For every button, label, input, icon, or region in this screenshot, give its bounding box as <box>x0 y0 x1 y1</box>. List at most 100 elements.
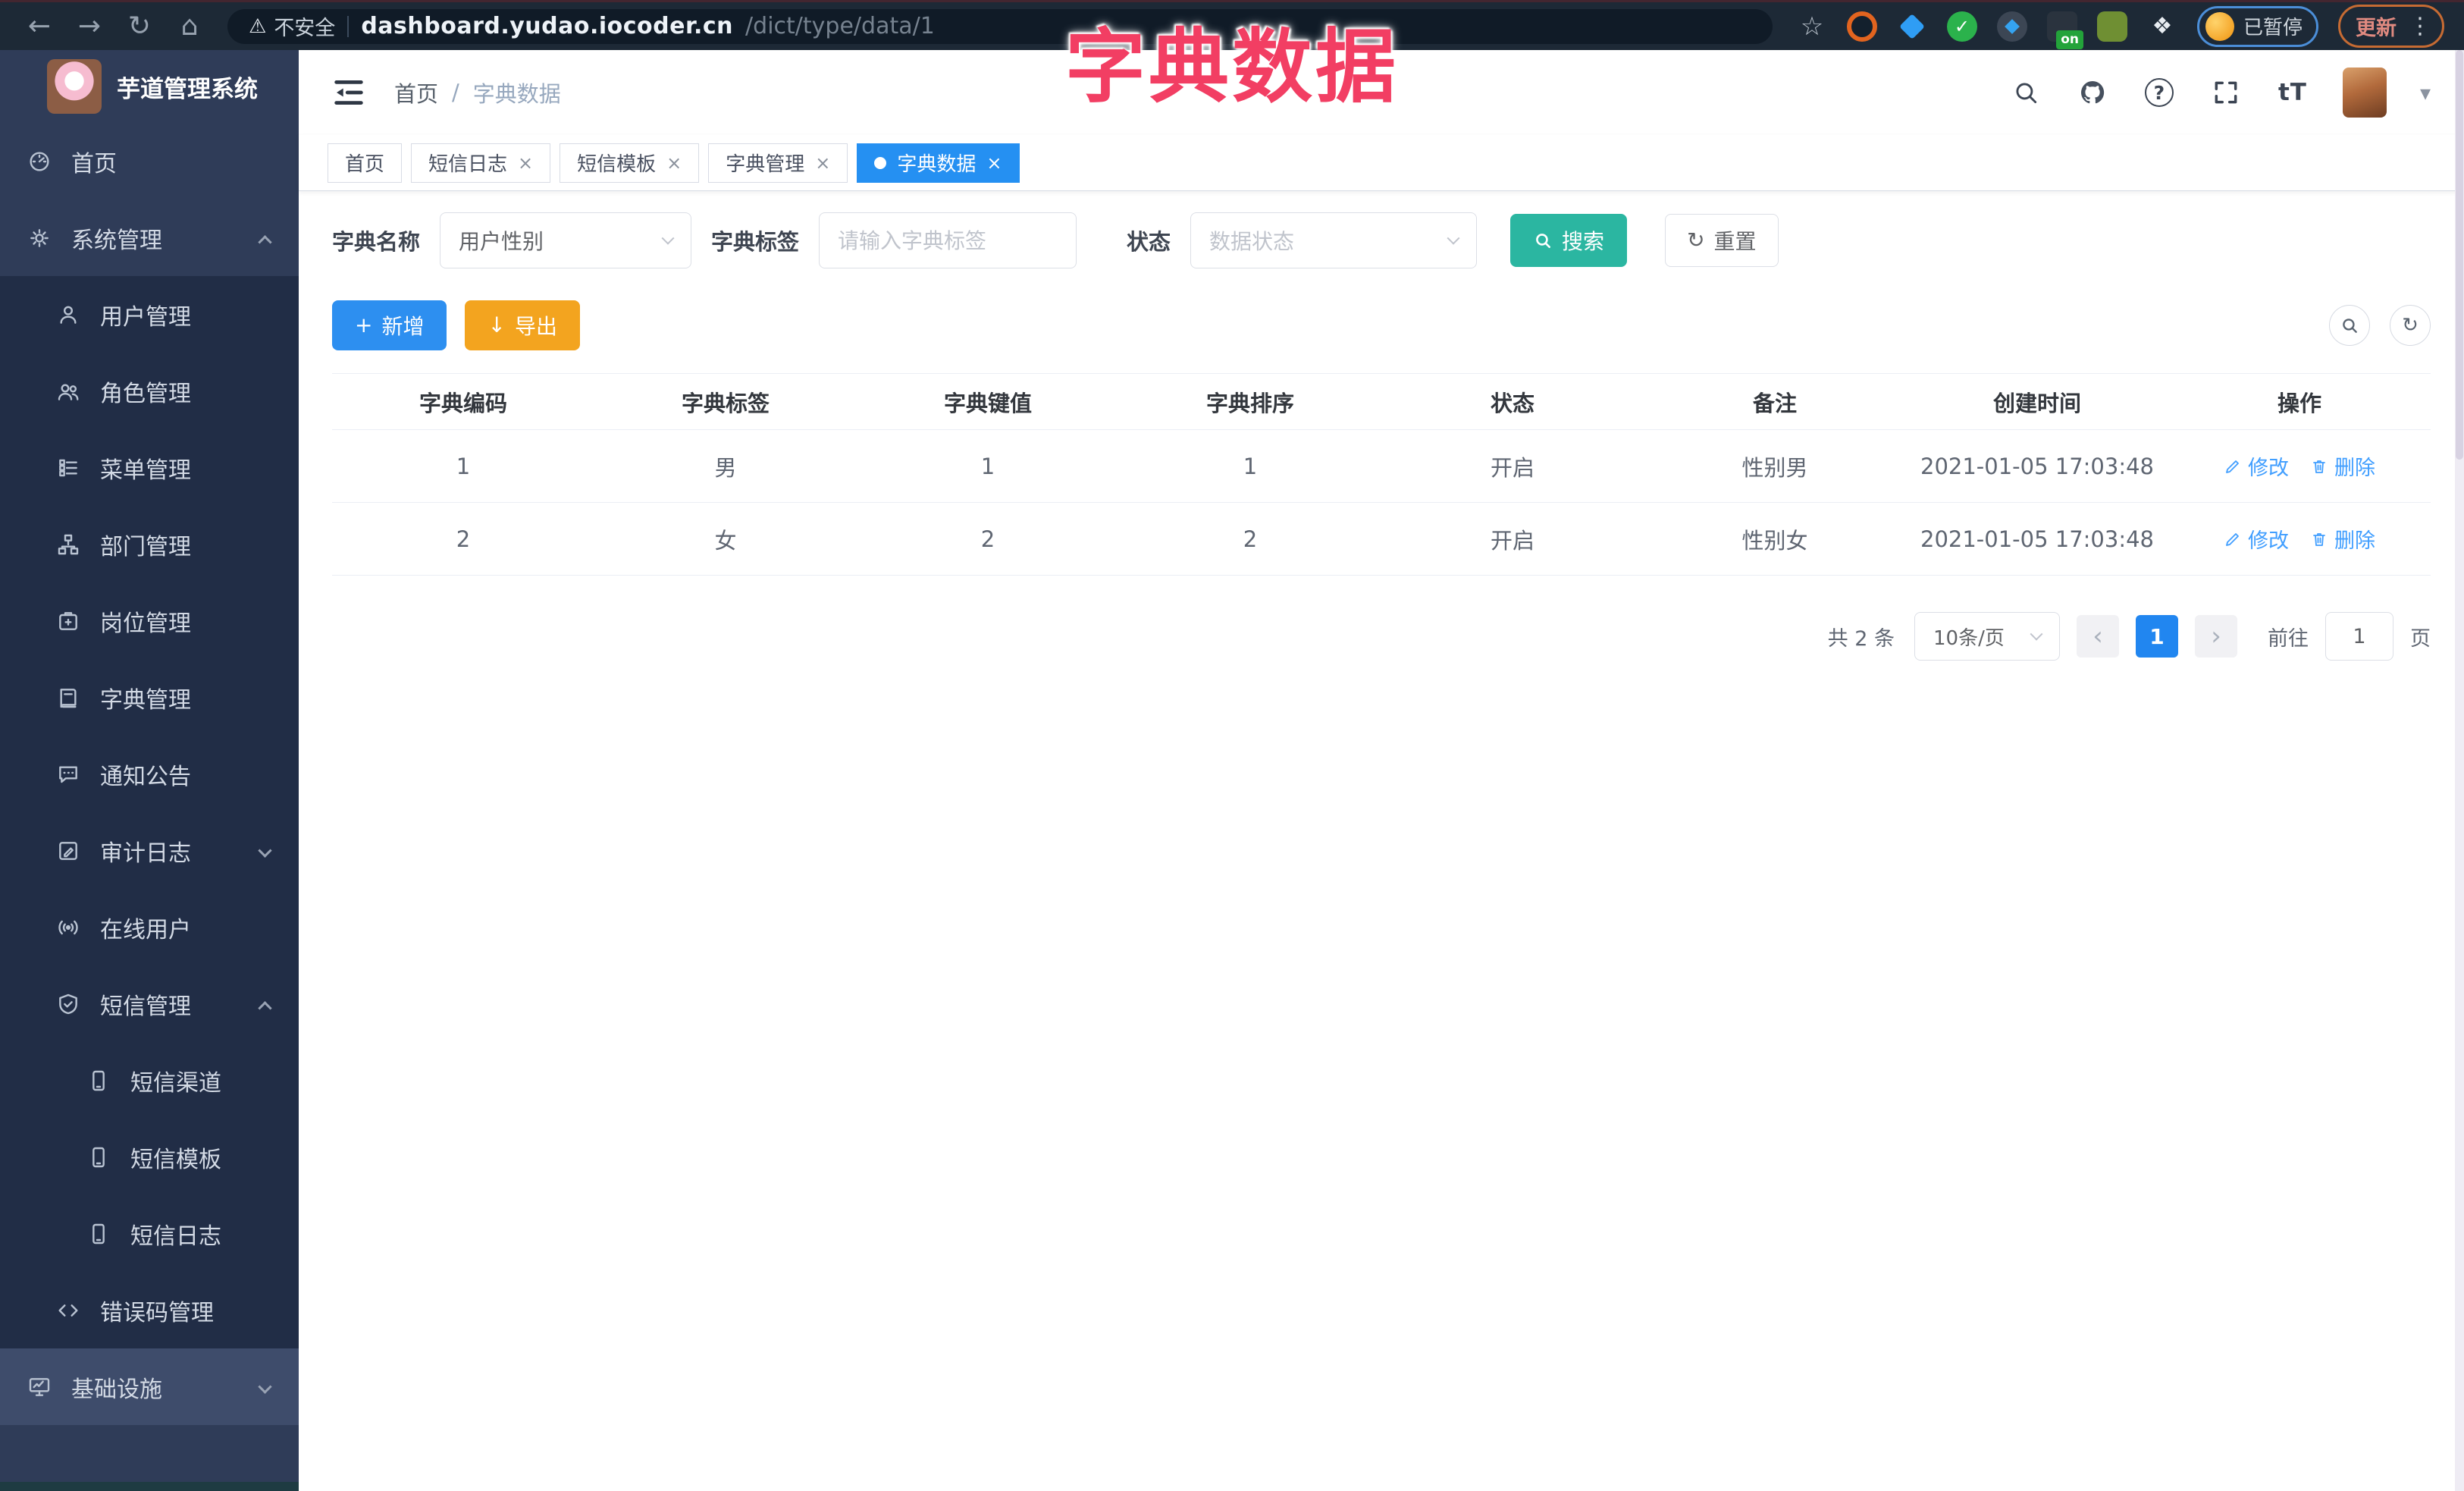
search-button-label: 搜索 <box>1562 229 1605 254</box>
help-icon[interactable]: ? <box>2143 76 2176 109</box>
close-tab-icon[interactable]: × <box>815 154 830 172</box>
sidebar-item-online-users[interactable]: 在线用户 <box>0 889 299 965</box>
export-button[interactable]: ↓ 导出 <box>465 300 580 350</box>
pagination-total: 共 2 条 <box>1827 626 1895 651</box>
dict-tag-input[interactable] <box>838 228 1058 253</box>
notice-chat-icon <box>59 765 77 783</box>
sidebar-item-posts[interactable]: 岗位管理 <box>0 582 299 659</box>
add-button[interactable]: + 新增 <box>332 300 447 350</box>
plus-icon: + <box>355 312 373 337</box>
sidebar-item-notices[interactable]: 通知公告 <box>0 736 299 812</box>
extension-leaf-icon[interactable] <box>2096 11 2127 42</box>
browser-update-button[interactable]: 更新 ⋮ <box>2338 5 2444 48</box>
tab-label: 字典数据 <box>897 153 977 176</box>
select-caret-icon <box>1447 231 1460 245</box>
sidebar-item-sms[interactable]: 短信管理 <box>0 965 299 1042</box>
close-tab-icon[interactable]: × <box>518 154 533 172</box>
tab-sms-template[interactable]: 短信模板 × <box>560 143 700 183</box>
page-size-select[interactable]: 10条/页 <box>1914 612 2060 661</box>
sidebar-item-sms-channel[interactable]: 短信渠道 <box>0 1042 299 1119</box>
dict-tag-field <box>819 212 1077 268</box>
collapse-sidebar-icon[interactable] <box>332 77 365 108</box>
bookmark-star-icon[interactable]: ☆ <box>1797 11 1827 42</box>
sidebar-item-sms-log[interactable]: 短信日志 <box>0 1195 299 1272</box>
reset-button[interactable]: ↻ 重置 <box>1665 214 1779 267</box>
dict-name-value: 用户性别 <box>459 229 544 254</box>
breadcrumb-home[interactable]: 首页 <box>394 77 438 108</box>
sidebar-item-home[interactable]: 首页 <box>0 123 299 199</box>
extension-blue-icon[interactable] <box>1897 11 1927 42</box>
tab-dict-manage[interactable]: 字典管理 × <box>708 143 848 183</box>
browser-home-icon[interactable]: ⌂ <box>170 8 209 45</box>
delete-link[interactable]: 删除 <box>2310 451 2375 481</box>
sidebar-item-audit-log[interactable]: 审计日志 <box>0 812 299 889</box>
status-select[interactable]: 数据状态 <box>1190 212 1478 268</box>
search-icon[interactable] <box>2009 76 2042 109</box>
cell-created: 2021-01-05 17:03:48 <box>1920 526 2154 552</box>
page-scrollbar[interactable] <box>2455 50 2464 1491</box>
next-page-button[interactable]: › <box>2195 615 2237 658</box>
edit-link[interactable]: 修改 <box>2224 524 2289 554</box>
breadcrumb-separator: / <box>452 80 459 105</box>
post-badge-icon <box>59 611 77 630</box>
cell-status: 开启 <box>1490 454 1535 481</box>
close-tab-icon[interactable]: × <box>986 154 1002 172</box>
prev-page-button[interactable]: ‹ <box>2077 615 2119 658</box>
sidebar-logo[interactable]: 芋道管理系统 <box>0 50 299 123</box>
sidebar-item-menus[interactable]: 菜单管理 <box>0 429 299 506</box>
sidebar-item-users[interactable]: 用户管理 <box>0 276 299 353</box>
sidebar-item-sms-template[interactable]: 短信模板 <box>0 1119 299 1195</box>
sidebar-item-infrastructure[interactable]: 基础设施 <box>0 1348 299 1425</box>
extensions-puzzle-icon[interactable]: ❖ <box>2147 11 2177 42</box>
close-tab-icon[interactable]: × <box>666 154 682 172</box>
security-warning[interactable]: ⚠ 不安全 <box>249 11 335 41</box>
extension-switch-icon[interactable]: on <box>2046 11 2083 49</box>
cell-actions: 修改 删除 <box>2168 524 2431 554</box>
cell-dict-code: 2 <box>456 526 471 552</box>
app: 芋道管理系统 首页 系统管理 用户管理 角色管理 菜单管理 部门管理 岗位管理 … <box>0 50 2464 1491</box>
search-button[interactable]: 搜索 <box>1510 214 1628 267</box>
sidebar-item-label: 短信模板 <box>130 1146 221 1173</box>
cell-status: 开启 <box>1490 527 1535 554</box>
cell-actions: 修改 删除 <box>2168 451 2431 481</box>
user-icon <box>60 306 77 324</box>
github-icon[interactable] <box>2076 76 2109 109</box>
address-bar[interactable]: ⚠ 不安全 dashboard.yudao.iocoder.cn /dict/t… <box>227 8 1773 44</box>
browser-forward-icon[interactable]: → <box>70 8 109 45</box>
chevron-down-icon <box>258 1373 272 1400</box>
cell-dict-sort: 1 <box>1243 453 1258 479</box>
sidebar-item-label: 角色管理 <box>100 380 191 407</box>
refresh-table-button[interactable]: ↻ <box>2390 305 2431 346</box>
browser-reload-icon[interactable]: ↻ <box>120 8 159 45</box>
sidebar-item-label: 短信日志 <box>130 1223 221 1250</box>
scrollbar-thumb[interactable] <box>2456 50 2463 460</box>
status-placeholder: 数据状态 <box>1209 229 1295 254</box>
fullscreen-icon[interactable] <box>2209 76 2243 109</box>
sidebar-item-system[interactable]: 系统管理 <box>0 199 299 276</box>
sidebar-item-departments[interactable]: 部门管理 <box>0 506 299 582</box>
browser-menu-icon[interactable]: ⋮ <box>2409 13 2431 39</box>
user-menu-caret-icon[interactable]: ▾ <box>2420 80 2431 105</box>
dict-name-select[interactable]: 用户性别 <box>440 212 692 268</box>
tab-sms-log[interactable]: 短信日志 × <box>411 143 551 183</box>
tab-label: 首页 <box>345 153 385 176</box>
extension-slider-icon[interactable] <box>1996 11 2027 42</box>
sidebar-item-dictionary[interactable]: 字典管理 <box>0 659 299 736</box>
sidebar-item-roles[interactable]: 角色管理 <box>0 353 299 429</box>
delete-link[interactable]: 删除 <box>2310 524 2375 554</box>
goto-page-input[interactable] <box>2325 612 2393 661</box>
font-size-icon[interactable]: tT <box>2276 76 2309 109</box>
browser-back-icon[interactable]: ← <box>20 8 59 45</box>
edit-link[interactable]: 修改 <box>2224 451 2289 481</box>
user-avatar[interactable] <box>2342 67 2387 118</box>
profile-paused-badge[interactable]: 已暂停 <box>2196 5 2318 47</box>
chevron-up-icon <box>258 224 272 251</box>
reset-button-label: 重置 <box>1713 229 1757 254</box>
tab-dict-data[interactable]: 字典数据 × <box>857 143 1020 183</box>
page-number-current[interactable]: 1 <box>2136 615 2178 658</box>
extension-check-icon[interactable]: ✓ <box>1946 11 1977 42</box>
extension-orange-icon[interactable] <box>1846 11 1877 42</box>
toggle-search-button[interactable] <box>2329 305 2370 346</box>
sidebar-item-error-codes[interactable]: 错误码管理 <box>0 1272 299 1348</box>
tab-home[interactable]: 首页 <box>328 143 403 183</box>
